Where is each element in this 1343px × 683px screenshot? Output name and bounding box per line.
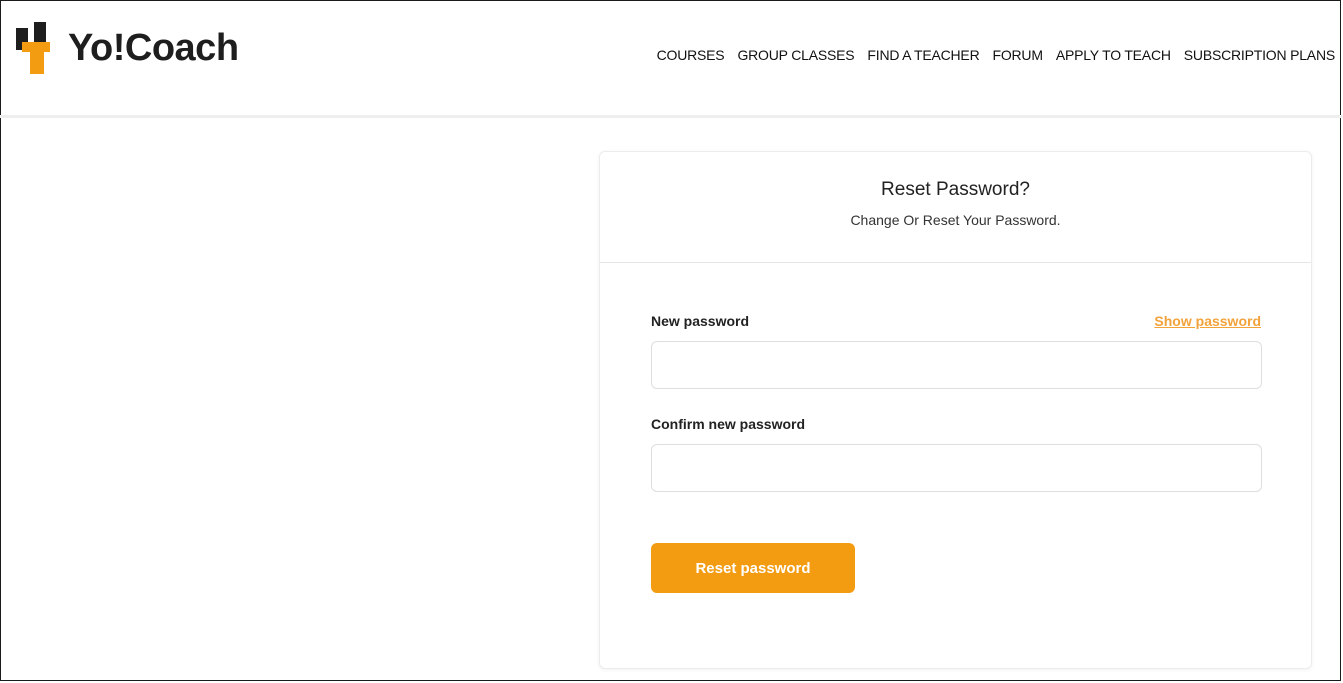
confirm-password-label: Confirm new password <box>651 416 806 432</box>
confirm-password-input[interactable] <box>651 444 1262 492</box>
site-header: Yo!Coach COURSES GROUP CLASSES FIND A TE… <box>0 0 1343 118</box>
card-header: Reset Password? Change Or Reset Your Pas… <box>600 152 1311 263</box>
card-subtitle: Change Or Reset Your Password. <box>850 212 1061 228</box>
new-password-input[interactable] <box>651 341 1262 389</box>
brand-logo[interactable]: Yo!Coach <box>14 22 239 74</box>
show-password-link[interactable]: Show password <box>1154 313 1261 329</box>
nav-item-apply-to-teach[interactable]: APPLY TO TEACH <box>1056 47 1171 63</box>
nav-item-courses[interactable]: COURSES <box>657 47 725 63</box>
nav-item-subscription-plans[interactable]: SUBSCRIPTION PLANS <box>1184 47 1335 63</box>
yocoach-logo-icon <box>14 22 54 74</box>
nav-item-find-a-teacher[interactable]: FIND A TEACHER <box>867 47 979 63</box>
nav-item-group-classes[interactable]: GROUP CLASSES <box>737 47 854 63</box>
main-nav: COURSES GROUP CLASSES FIND A TEACHER FOR… <box>657 47 1336 63</box>
brand-name: Yo!Coach <box>68 26 239 69</box>
card-title: Reset Password? <box>881 179 1030 200</box>
new-password-label: New password <box>651 313 750 329</box>
reset-password-card: Reset Password? Change Or Reset Your Pas… <box>599 151 1312 669</box>
nav-item-forum[interactable]: FORUM <box>992 47 1043 63</box>
reset-password-button[interactable]: Reset password <box>651 543 855 593</box>
